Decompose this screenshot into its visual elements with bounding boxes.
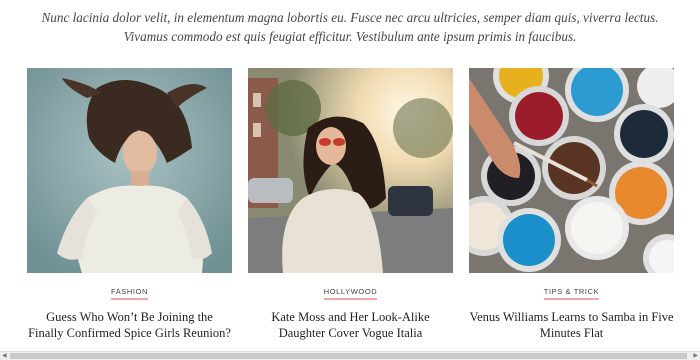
intro-paragraph: Nunc lacinia dolor velit, in elementum m… bbox=[41, 10, 659, 44]
scrollbar-thumb[interactable] bbox=[10, 353, 687, 359]
post-title[interactable]: Kate Moss and Her Look-Alike Daughter Co… bbox=[248, 309, 453, 341]
arrow-right-icon[interactable]: ▶ bbox=[693, 352, 698, 360]
post-category[interactable]: HOLLYWOOD bbox=[248, 287, 453, 300]
post-category[interactable]: FASHION bbox=[27, 287, 232, 300]
paint-cans-photo[interactable] bbox=[469, 68, 674, 273]
post-title[interactable]: Venus Williams Learns to Samba in Five M… bbox=[469, 309, 674, 341]
horizontal-scrollbar[interactable]: ◀ ▶ bbox=[0, 351, 700, 360]
post-card-3[interactable]: TIPS & TRICK Venus Williams Learns to Sa… bbox=[469, 68, 674, 341]
woman-street-sunset-photo[interactable] bbox=[248, 68, 453, 273]
woman-hair-flip-photo[interactable] bbox=[27, 68, 232, 273]
arrow-left-icon[interactable]: ◀ bbox=[2, 352, 7, 360]
post-category[interactable]: TIPS & TRICK bbox=[469, 287, 674, 300]
post-card-1[interactable]: FASHION Guess Who Won’t Be Joining the F… bbox=[27, 68, 232, 341]
post-card-2[interactable]: HOLLYWOOD Kate Moss and Her Look-Alike D… bbox=[248, 68, 453, 341]
post-title[interactable]: Guess Who Won’t Be Joining the Finally C… bbox=[27, 309, 232, 341]
